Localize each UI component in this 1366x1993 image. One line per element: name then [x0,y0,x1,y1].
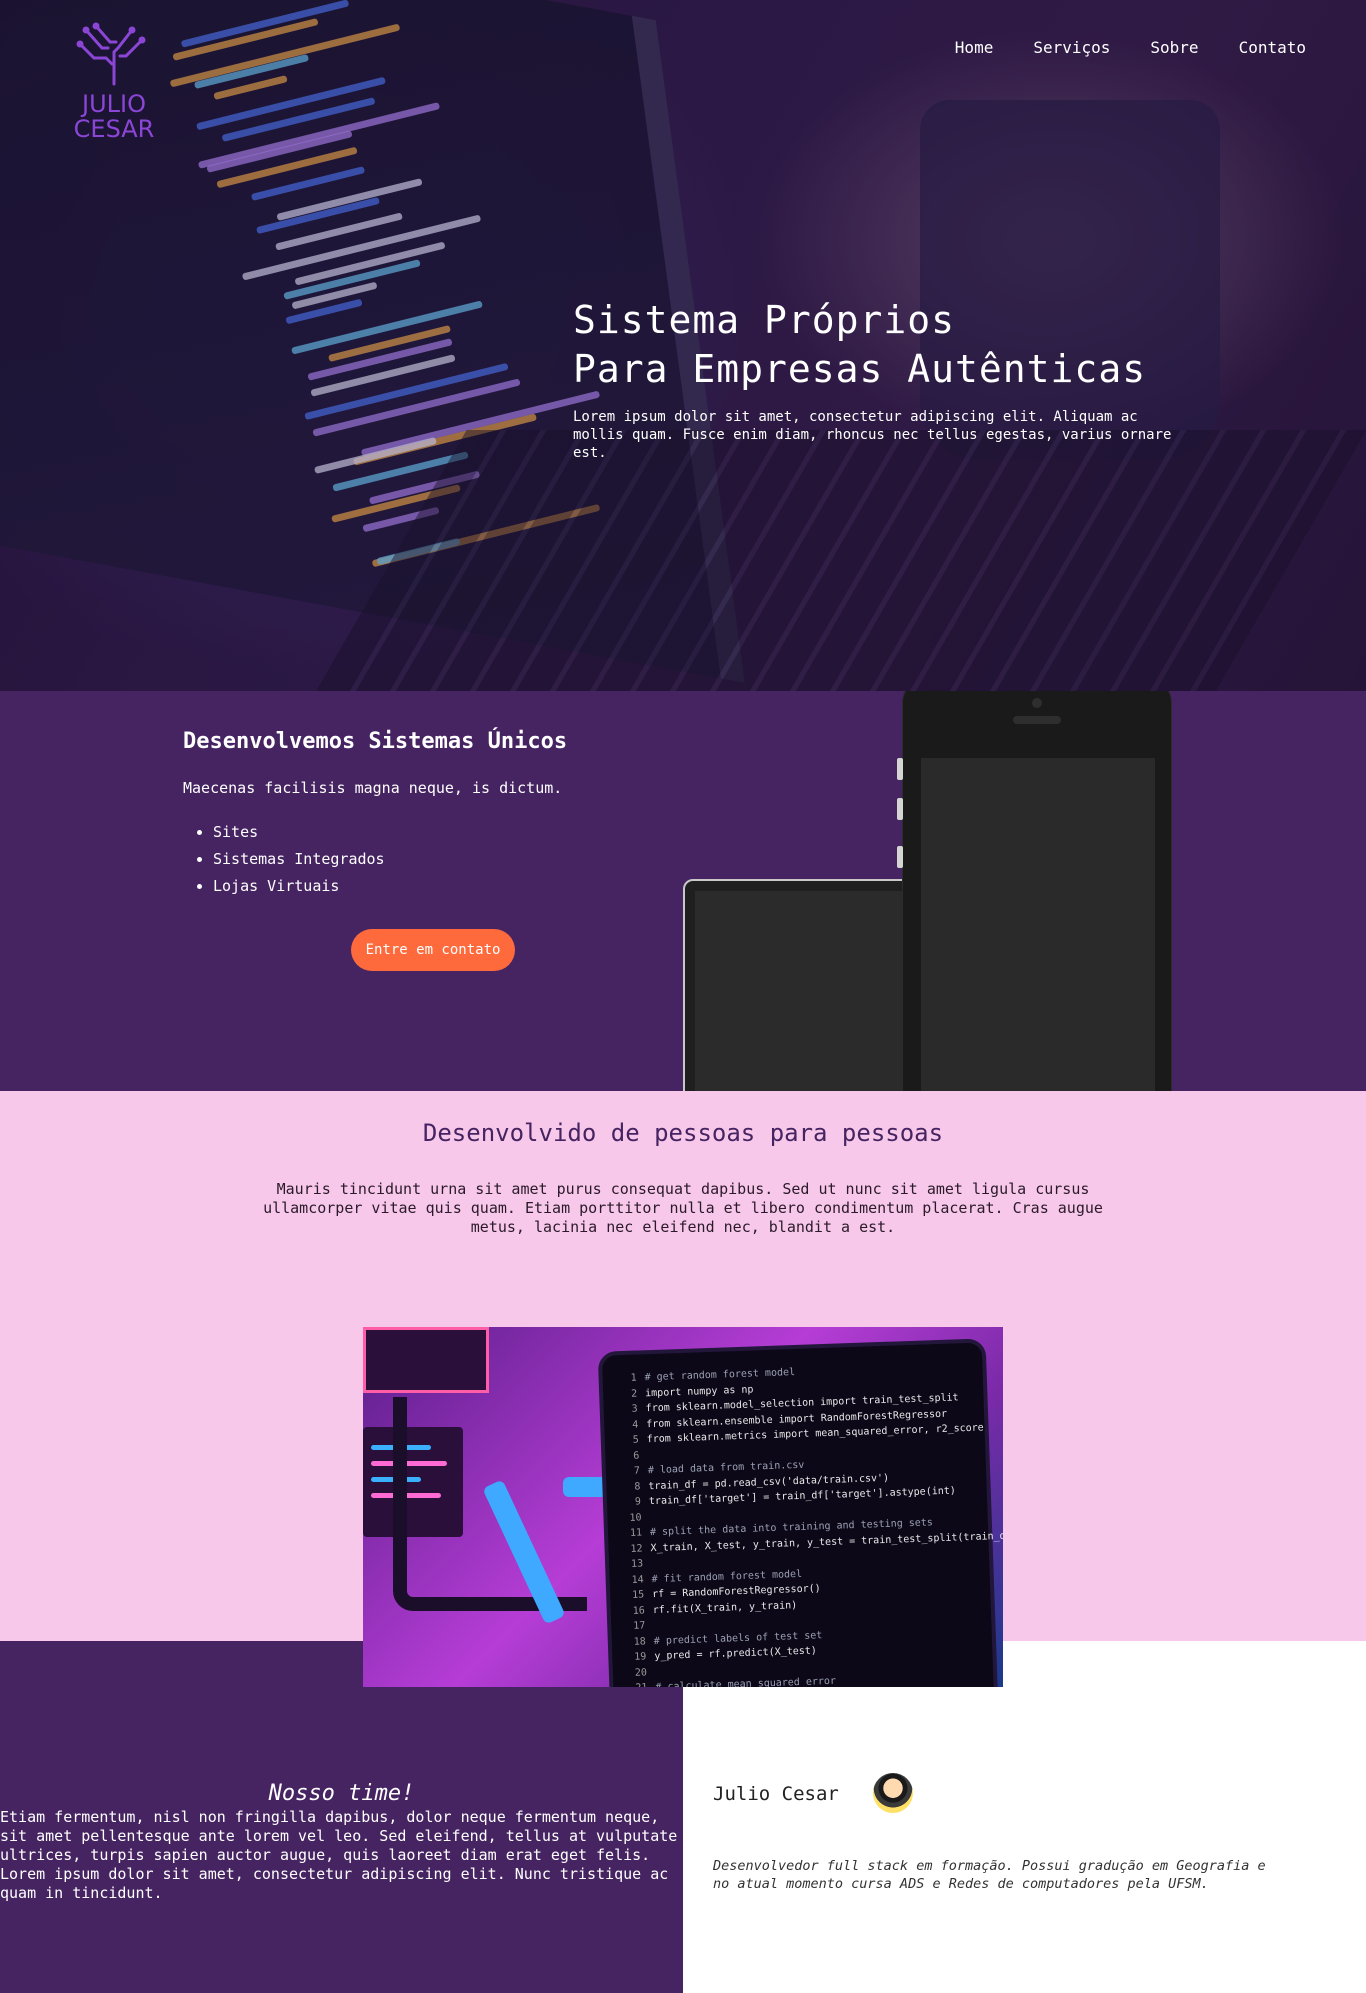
hero-title-line1: Sistema Próprios [573,298,956,342]
nav-home[interactable]: Home [955,38,994,57]
brand-logo[interactable]: JULIO CESAR [66,22,162,156]
nav-servicos[interactable]: Serviços [1033,38,1110,57]
services-title: Desenvolvemos Sistemas Únicos [183,729,568,754]
phone-side-button [897,758,903,780]
phone-camera [1032,698,1042,708]
phone-side-button [897,798,903,820]
logo-text-first: JULIO [82,90,146,118]
nav-sobre[interactable]: Sobre [1150,38,1198,57]
main-nav: Home Serviços Sobre Contato [955,38,1306,57]
nav-contato[interactable]: Contato [1239,38,1306,57]
team-title: Nosso time! [268,1781,415,1806]
logo-circuit-icon [76,22,146,86]
team-text: Etiam fermentum, nisl non fringilla dapi… [0,1808,678,1902]
logo-text-last: CESAR [73,115,155,143]
services-list-item: Lojas Virtuais [213,873,385,900]
photo-code-text: 1 # get random forest model 2 import numpy … [614,1359,1003,1687]
phone-speaker [1013,716,1061,724]
services-list: Sites Sistemas Integrados Lojas Virtuais [183,819,385,900]
hero-title: Sistema Próprios Para Empresas Autêntica… [573,296,1173,394]
services-section: Desenvolvemos Sistemas Únicos Maecenas f… [0,691,1366,1091]
hero-text: Sistema Próprios Para Empresas Autêntica… [573,296,1173,462]
member-bio: Desenvolvedor full stack em formação. Po… [713,1858,1266,1892]
member-name: Julio Cesar [713,1783,839,1805]
services-list-item: Sites [213,819,385,846]
phone-illustration [897,691,1172,1091]
about-title: Desenvolvido de pessoas para pessoas [422,1119,944,1147]
contact-cta-button[interactable]: Entre em contato [351,929,515,971]
code-photo: 1 # get random forest model 2 import numpy … [363,1327,1003,1687]
services-lead: Maecenas facilisis magna neque, is dictu… [183,779,563,797]
member-avatar [873,1773,913,1813]
photo-monitor: 1 # get random forest model 2 import numpy … [601,1342,1003,1687]
hero-description: Lorem ipsum dolor sit amet, consectetur … [573,409,1172,461]
about-text: Mauris tincidunt urna sit amet purus con… [263,1180,1103,1236]
phone-side-button [897,846,903,868]
member-card: Julio Cesar Desenvolvedor full stack em … [683,1641,1366,1993]
photo-neon-panel [363,1327,489,1393]
phone-screen [921,758,1155,1091]
services-list-item: Sistemas Integrados [213,846,385,873]
team-section: Nosso time! Etiam fermentum, nisl non fr… [0,1641,683,1993]
hero-section: JULIO CESAR Home Serviços Sobre Contato … [0,0,1366,691]
hero-title-line2: Para Empresas Autênticas [573,347,1147,391]
